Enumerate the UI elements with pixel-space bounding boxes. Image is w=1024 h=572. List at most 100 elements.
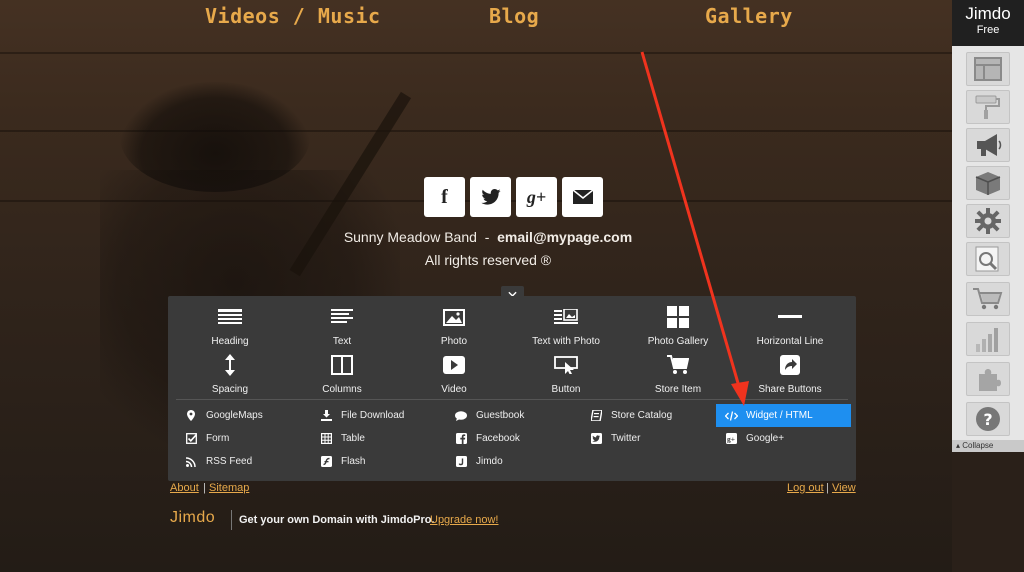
megaphone-icon (977, 134, 1002, 156)
element-store-item[interactable]: Store Item (622, 352, 734, 400)
design-button[interactable] (966, 90, 1010, 124)
element-button[interactable]: Button (510, 352, 622, 400)
logout-link[interactable]: Log out (787, 482, 824, 494)
element-label: Heading (211, 336, 249, 347)
facebook-icon (454, 433, 468, 445)
element-label: Photo (440, 336, 468, 347)
widget-file-download[interactable]: File Download (311, 404, 446, 427)
element-text-with-photo[interactable]: Text with Photo (510, 304, 622, 352)
widget-label: Form (206, 433, 230, 444)
widget-label: Table (341, 433, 365, 444)
layout-icon (974, 57, 1002, 81)
flash-icon (319, 456, 333, 468)
nav-item-blog[interactable]: Blog (489, 4, 539, 28)
help-button[interactable]: ? (966, 402, 1010, 436)
statistics-icon (976, 328, 998, 352)
settings-button[interactable] (966, 204, 1010, 238)
jimdo-logo[interactable]: Jimdo (170, 509, 215, 527)
store-button[interactable] (966, 166, 1010, 200)
sitemap-link[interactable]: Sitemap (209, 482, 249, 494)
widget-label: Jimdo (476, 456, 503, 467)
element-label: Video (441, 384, 467, 395)
code-icon (724, 410, 738, 422)
catalog-icon (589, 410, 603, 422)
promo-text: Get your own Domain with JimdoPro. (239, 514, 435, 526)
widget-google-plus[interactable]: g+ Google+ (716, 427, 851, 450)
element-photo[interactable]: Photo (398, 304, 510, 352)
element-video[interactable]: Video (398, 352, 510, 400)
widget-facebook[interactable]: Facebook (446, 427, 581, 450)
element-columns[interactable]: Columns (286, 352, 398, 400)
element-share-buttons[interactable]: Share Buttons (734, 352, 846, 400)
twitter-icon (589, 433, 603, 445)
help-icon: ? (976, 407, 1000, 431)
element-label: Button (551, 384, 581, 395)
facebook-button[interactable]: f (424, 177, 465, 217)
svg-text:?: ? (983, 410, 992, 429)
widget-label: Guestbook (476, 410, 525, 421)
band-name: Sunny Meadow Band (343, 229, 477, 245)
footer-email: email@mypage.com (497, 229, 633, 245)
widget-store-catalog[interactable]: Store Catalog (581, 404, 716, 427)
nav-item-gallery[interactable]: Gallery (705, 4, 793, 28)
seo-button[interactable] (966, 242, 1010, 276)
link-separator: | (203, 482, 206, 494)
top-navigation: Videos / Music Blog Gallery (0, 2, 952, 32)
widget-rss-feed[interactable]: RSS Feed (176, 450, 311, 473)
shop-button[interactable] (966, 282, 1010, 316)
widget-widget-html[interactable]: Widget / HTML (716, 404, 851, 427)
facebook-icon: f (441, 185, 448, 208)
statistics-button[interactable] (966, 322, 1010, 356)
view-link[interactable]: View (832, 482, 856, 494)
google-plus-icon: g+ (526, 186, 547, 207)
heading-icon (218, 306, 242, 328)
horizontal-line-icon (778, 306, 802, 328)
widget-label: Google+ (746, 433, 785, 444)
element-label: Text with Photo (532, 336, 600, 347)
download-icon (319, 410, 333, 422)
element-photo-gallery[interactable]: Photo Gallery (622, 304, 734, 352)
collapse-label: Collapse (962, 441, 994, 450)
widget-twitter[interactable]: Twitter (581, 427, 716, 450)
link-separator: | (826, 482, 829, 494)
columns-icon (330, 354, 354, 376)
element-heading[interactable]: Heading (174, 304, 286, 352)
checkbox-icon (184, 433, 198, 445)
add-element-panel: Heading Text Photo Text with Photo Photo… (168, 296, 856, 481)
widget-table[interactable]: Table (311, 427, 446, 450)
element-horizontal-line[interactable]: Horizontal Line (734, 304, 846, 352)
element-spacing[interactable]: Spacing (174, 352, 286, 400)
google-plus-button[interactable]: g+ (516, 177, 557, 217)
layout-button[interactable] (966, 52, 1010, 86)
about-link[interactable]: About (170, 482, 199, 494)
marketing-button[interactable] (966, 128, 1010, 162)
upgrade-link[interactable]: Upgrade now! (430, 514, 499, 526)
google-plus-icon: g+ (724, 433, 738, 445)
element-label: Horizontal Line (756, 336, 824, 347)
widget-grid: GoogleMaps File Download Guestbook Store… (176, 404, 852, 473)
wood-plank-line (0, 52, 952, 54)
footer-contact: Sunny Meadow Band - email@mypage.com (0, 229, 1024, 245)
sidebar-collapse-button[interactable]: ▴ Collapse (952, 440, 1024, 452)
widget-flash[interactable]: Flash (311, 450, 446, 473)
jimdo-sidebar: Jimdo Free ? (952, 0, 1024, 452)
widget-label: Twitter (611, 433, 641, 444)
text-icon (330, 306, 354, 328)
widget-form[interactable]: Form (176, 427, 311, 450)
twitter-icon (480, 189, 501, 205)
element-text[interactable]: Text (286, 304, 398, 352)
promo-divider (231, 510, 232, 530)
widget-googlemaps[interactable]: GoogleMaps (176, 404, 311, 427)
widget-label: Widget / HTML (746, 410, 813, 421)
twitter-button[interactable] (470, 177, 511, 217)
apps-button[interactable] (966, 362, 1010, 396)
widget-guestbook[interactable]: Guestbook (446, 404, 581, 427)
nav-item-videos-music[interactable]: Videos / Music (205, 4, 381, 28)
map-pin-icon (184, 410, 198, 422)
share-icon (778, 354, 802, 376)
widget-jimdo[interactable]: Jimdo (446, 450, 581, 473)
widget-label: Store Catalog (611, 410, 673, 421)
gear-icon (975, 208, 1001, 234)
puzzle-icon (979, 369, 1001, 391)
email-button[interactable] (562, 177, 603, 217)
